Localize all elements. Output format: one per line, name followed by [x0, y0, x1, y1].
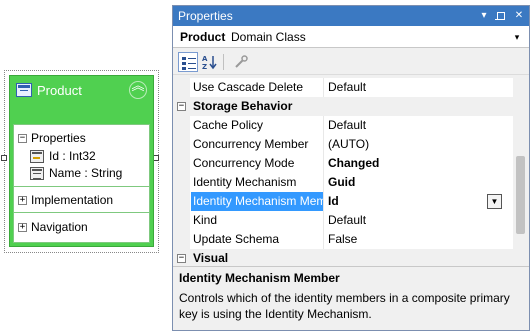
column-divider: [323, 116, 324, 135]
row-gutter: [173, 154, 190, 173]
selected-object-name: Product: [180, 30, 226, 44]
implementation-compartment: + Implementation: [14, 191, 149, 213]
column-divider: [323, 78, 324, 97]
property-name: Identity Mechanism: [193, 175, 297, 189]
toolbar-separator: [223, 54, 224, 70]
property-name: Cache Policy: [193, 118, 264, 132]
property-name: Identity Mechanism Member: [191, 192, 323, 211]
property-name: Use Cascade Delete: [193, 80, 304, 94]
row-gutter: [173, 78, 190, 97]
alphabetical-icon: A Z: [202, 55, 217, 70]
description-pane: Identity Mechanism Member Controls which…: [173, 266, 529, 330]
entity-class-icon: [16, 83, 32, 97]
property-row[interactable]: Cache Policy Default: [173, 116, 513, 135]
row-gutter: [173, 173, 190, 192]
navigation-expander-icon[interactable]: +: [18, 223, 27, 232]
entity-body: − Properties Id : Int32 Name : String + …: [13, 124, 150, 243]
value-dropdown-button[interactable]: ▼: [487, 194, 502, 209]
entity-property-text: Id : Int32: [49, 149, 96, 163]
column-divider: [323, 230, 324, 249]
scrollbar-thumb[interactable]: [516, 156, 525, 234]
object-selector[interactable]: Product Domain Class ▾: [173, 26, 529, 48]
property-icon: [30, 167, 44, 180]
property-row[interactable]: Use Cascade Delete Default: [173, 78, 513, 97]
properties-compartment-label[interactable]: Properties: [31, 131, 86, 145]
implementation-expander-icon[interactable]: +: [18, 196, 27, 205]
property-row[interactable]: Kind Default: [173, 211, 513, 230]
category-expander-icon[interactable]: −: [177, 254, 186, 263]
navigation-compartment-label[interactable]: Navigation: [31, 220, 88, 234]
category-expander-icon[interactable]: −: [177, 102, 186, 111]
category-name: Visual: [193, 251, 229, 265]
properties-toolbar: A Z: [173, 49, 529, 75]
navigation-compartment: + Navigation: [14, 218, 149, 240]
row-gutter: [173, 230, 190, 249]
property-value[interactable]: False: [328, 232, 357, 246]
selected-object-type: Domain Class: [231, 30, 306, 44]
properties-compartment: − Properties Id : Int32 Name : String: [14, 129, 149, 187]
row-gutter: [173, 192, 190, 211]
entity-shape-product[interactable]: Product ︽ − Properties Id : Int32 Name :…: [9, 75, 154, 247]
properties-title: Properties: [178, 9, 233, 23]
collapse-chevron-icon[interactable]: ︽: [129, 79, 147, 99]
property-row[interactable]: Update Schema False: [173, 230, 513, 249]
property-value[interactable]: Guid: [328, 175, 355, 189]
svg-text:A: A: [202, 55, 208, 63]
property-value[interactable]: Default: [328, 118, 366, 132]
resize-handle-left[interactable]: [1, 155, 7, 161]
column-divider: [323, 135, 324, 154]
wrench-icon: [235, 55, 248, 68]
categorized-icon: [182, 57, 196, 70]
row-gutter: [173, 116, 190, 135]
category-row[interactable]: − Storage Behavior: [173, 97, 513, 116]
object-selector-dropdown-icon[interactable]: ▾: [510, 30, 524, 44]
category-name: Storage Behavior: [193, 99, 293, 113]
property-value[interactable]: Default: [328, 213, 366, 227]
property-pages-button[interactable]: [231, 52, 251, 72]
property-name: Concurrency Mode: [193, 156, 295, 170]
collapse-glyph: ︽: [131, 79, 145, 94]
column-divider: [323, 154, 324, 173]
property-row[interactable]: Concurrency Member (AUTO): [173, 135, 513, 154]
property-value[interactable]: Id: [328, 194, 339, 208]
column-divider: [323, 211, 324, 230]
close-icon[interactable]: ✕: [511, 8, 527, 24]
property-name: Update Schema: [193, 232, 280, 246]
property-name: Kind: [193, 213, 218, 227]
entity-header[interactable]: Product ︽: [10, 76, 153, 120]
column-divider: [323, 173, 324, 192]
implementation-compartment-label[interactable]: Implementation: [31, 193, 113, 207]
property-row[interactable]: Identity Mechanism Guid: [173, 173, 513, 192]
row-gutter: [173, 135, 190, 154]
svg-text:Z: Z: [202, 63, 207, 70]
column-divider: [323, 192, 324, 211]
property-value[interactable]: Default: [328, 80, 366, 94]
property-value[interactable]: (AUTO): [328, 137, 369, 151]
properties-window: Properties ▾ ✕ Product Domain Class ▾ A …: [172, 5, 530, 331]
row-gutter: [173, 211, 190, 230]
key-property-icon: [30, 150, 44, 163]
description-text: Controls which of the identity members i…: [179, 291, 510, 321]
property-row-selected[interactable]: Identity Mechanism Member Id ▼: [173, 192, 513, 211]
property-grid-scrollbar[interactable]: [513, 78, 529, 265]
description-title: Identity Mechanism Member: [179, 271, 340, 285]
properties-expander-icon[interactable]: −: [18, 134, 27, 143]
pin-icon[interactable]: [493, 8, 509, 24]
property-row[interactable]: Concurrency Mode Changed: [173, 154, 513, 173]
window-dropdown-icon[interactable]: ▾: [476, 8, 492, 24]
property-grid: Use Cascade Delete Default − Storage Beh…: [173, 78, 513, 265]
properties-title-bar[interactable]: Properties ▾ ✕: [173, 6, 529, 26]
categorized-button[interactable]: [178, 52, 198, 72]
property-name: Concurrency Member: [193, 137, 309, 151]
property-value[interactable]: Changed: [328, 156, 379, 170]
entity-title: Product: [37, 83, 82, 98]
category-row[interactable]: − Visual: [173, 249, 513, 265]
alphabetical-button[interactable]: A Z: [200, 52, 220, 72]
entity-property-text: Name : String: [49, 166, 123, 180]
